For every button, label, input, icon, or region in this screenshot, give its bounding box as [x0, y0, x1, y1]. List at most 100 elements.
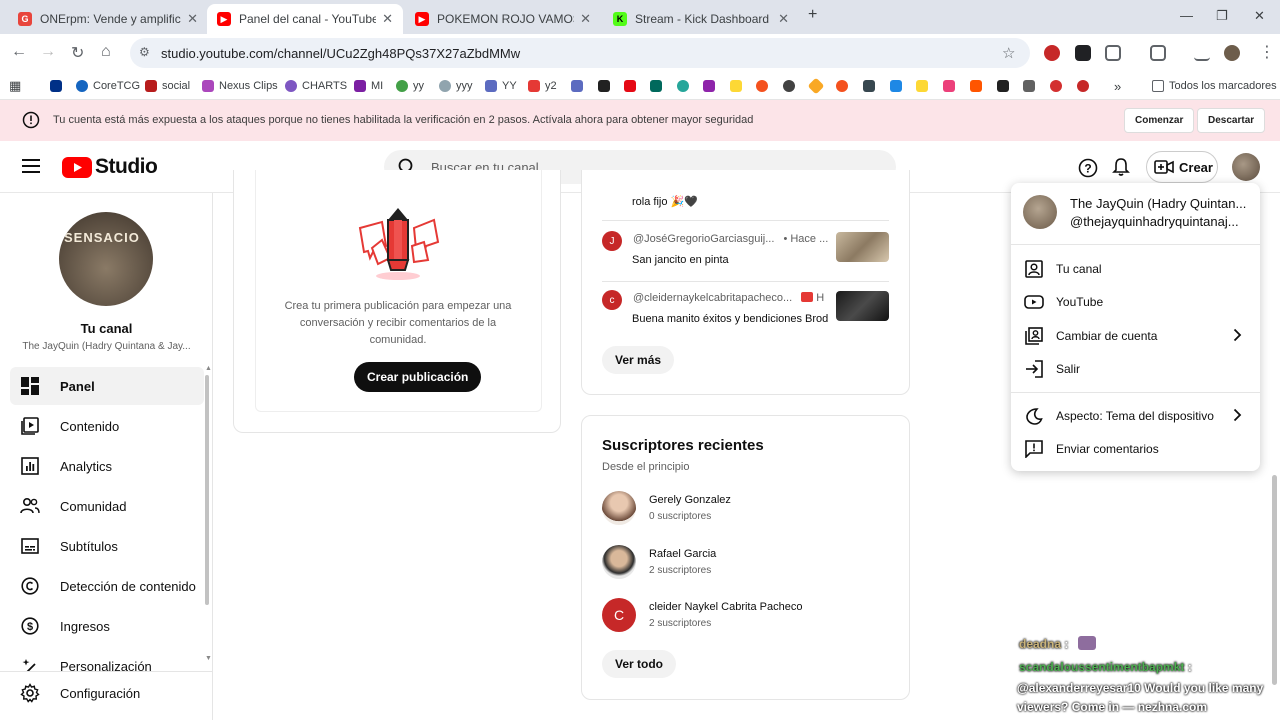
subscriber-item[interactable]: Gerely Gonzalez 0 suscriptores: [602, 491, 902, 527]
create-post-button[interactable]: Crear publicación: [354, 362, 482, 392]
video-thumbnail[interactable]: [836, 291, 889, 321]
bookmark-item[interactable]: yyy: [439, 78, 473, 94]
notifications-icon[interactable]: [1112, 157, 1130, 177]
menu-item-youtube[interactable]: YouTube: [1011, 285, 1260, 318]
close-icon[interactable]: ✕: [778, 11, 789, 27]
bookmark-star-icon[interactable]: ☆: [1002, 44, 1015, 62]
extension-icon[interactable]: [1044, 45, 1060, 61]
bookmark-icon[interactable]: [997, 78, 1014, 94]
sidebar-item-customization[interactable]: Personalización: [10, 647, 204, 671]
channel-avatar[interactable]: SENSACIO: [59, 212, 153, 306]
bookmark-item[interactable]: YY: [485, 78, 517, 94]
pokeball-icon[interactable]: [1077, 78, 1094, 94]
new-tab-button[interactable]: +: [808, 6, 817, 24]
menu-item-sign-out[interactable]: Salir: [1011, 352, 1260, 385]
back-icon[interactable]: ←: [11, 43, 27, 61]
see-more-button[interactable]: Ver más: [602, 346, 675, 374]
bookmark-icon[interactable]: [890, 78, 907, 94]
comment-author[interactable]: @cleidernaykelcabritapacheco...: [633, 292, 792, 304]
sidebar-item-settings[interactable]: Configuración: [10, 674, 204, 712]
chat-username: deadna: [1019, 637, 1062, 651]
dismiss-button[interactable]: Descartar: [1197, 108, 1266, 133]
bookmark-item[interactable]: MI: [354, 78, 383, 94]
bookmark-item[interactable]: social: [145, 78, 190, 94]
browser-tab-active[interactable]: ▶ Panel del canal - YouTube Studi ✕: [207, 4, 403, 34]
video-thumbnail[interactable]: [836, 232, 889, 262]
help-icon[interactable]: ?: [1078, 158, 1098, 178]
bookmark-item[interactable]: y2: [528, 78, 557, 94]
forward-icon[interactable]: →: [40, 43, 56, 61]
scrollbar-thumb[interactable]: [205, 375, 209, 605]
menu-item-send-feedback[interactable]: Enviar comentarios: [1011, 432, 1260, 465]
window-close-icon[interactable]: ✕: [1254, 8, 1265, 24]
close-icon[interactable]: ✕: [382, 11, 393, 27]
extension-icon[interactable]: [1075, 45, 1091, 61]
sidebar-scrollbar[interactable]: ▲ ▼: [204, 365, 212, 665]
bookmark-icon[interactable]: [650, 78, 667, 94]
bookmark-icon[interactable]: [571, 78, 588, 94]
menu-item-switch-account[interactable]: Cambiar de cuenta: [1011, 319, 1260, 352]
chat-emote-icon: [1077, 636, 1096, 650]
bookmark-icon[interactable]: [703, 78, 720, 94]
bookmark-item[interactable]: CoreTCG: [76, 78, 140, 94]
sidebar-item-analytics[interactable]: Analytics: [10, 447, 204, 485]
studio-logo[interactable]: Studio: [62, 155, 158, 179]
browser-tab[interactable]: G ONErpm: Vende y amplifica tu m ✕: [8, 4, 208, 34]
minimize-icon[interactable]: —: [1180, 8, 1193, 23]
bookmark-icon[interactable]: [677, 78, 694, 94]
soundcloud-icon[interactable]: [970, 78, 987, 94]
apps-icon[interactable]: ▦: [9, 78, 21, 94]
paypal-bookmark[interactable]: [50, 78, 67, 94]
soccer-icon[interactable]: [783, 78, 800, 94]
maximize-icon[interactable]: ❐: [1216, 8, 1228, 24]
more-bookmarks-icon[interactable]: »: [1114, 78, 1121, 94]
subscriber-item[interactable]: Rafael Garcia 2 suscriptores: [602, 545, 902, 581]
sidebar-item-earn[interactable]: $ Ingresos: [10, 607, 204, 645]
subscriber-item[interactable]: C cleider Naykel Cabrita Pacheco 2 suscr…: [602, 598, 902, 634]
bookmark-icon[interactable]: [1023, 78, 1040, 94]
sidebar-item-content[interactable]: Contenido: [10, 407, 204, 445]
profile-avatar[interactable]: [1224, 45, 1240, 61]
media-icon[interactable]: [1194, 45, 1210, 61]
menu-icon[interactable]: [22, 159, 40, 173]
create-button[interactable]: Crear: [1146, 151, 1218, 183]
sidebar-item-community[interactable]: Comunidad: [10, 487, 204, 525]
bookmark-item[interactable]: Nexus Clips: [202, 78, 278, 94]
bookmark-icon[interactable]: [916, 78, 933, 94]
close-icon[interactable]: ✕: [580, 11, 591, 27]
browser-menu-icon[interactable]: ⋮: [1259, 42, 1275, 62]
bookmark-icon[interactable]: [863, 78, 880, 94]
reload-icon[interactable]: ↻: [71, 43, 84, 63]
comment-author[interactable]: @JoséGregorioGarciasguij...: [633, 233, 774, 245]
bookmark-item[interactable]: yy: [396, 78, 424, 94]
see-all-button[interactable]: Ver todo: [602, 650, 677, 678]
start-button[interactable]: Comenzar: [1124, 108, 1195, 133]
bookmark-icon[interactable]: [943, 78, 960, 94]
bookmark-icon[interactable]: [756, 78, 773, 94]
bookmark-item[interactable]: CHARTS: [285, 78, 347, 94]
close-icon[interactable]: ✕: [187, 11, 198, 27]
address-bar[interactable]: ⚙ studio.youtube.com/channel/UCu2Zgh48PQ…: [130, 38, 1030, 68]
pokeball-icon[interactable]: [1050, 78, 1067, 94]
extensions-puzzle-icon[interactable]: [1105, 45, 1121, 61]
menu-item-your-channel[interactable]: Tu canal: [1011, 252, 1260, 285]
site-info-icon[interactable]: ⚙: [139, 45, 150, 59]
sidebar-item-copyright[interactable]: Detección de contenido: [10, 567, 204, 605]
netflix-icon[interactable]: [624, 78, 641, 94]
dashboard-icon: [20, 376, 40, 396]
bookmark-icon[interactable]: [836, 78, 853, 94]
bookmark-icon[interactable]: [730, 78, 747, 94]
all-bookmarks-folder[interactable]: Todos los marcadores: [1152, 78, 1277, 94]
menu-item-appearance[interactable]: Aspecto: Tema del dispositivo: [1011, 399, 1260, 432]
channel-name: The JayQuin (Hadry Quintana & Jay...: [22, 341, 191, 352]
browser-tab[interactable]: ▶ POKEMON ROJO VAMOS POR ✕: [405, 4, 601, 34]
home-icon[interactable]: ⌂: [101, 43, 111, 61]
bookmark-icon[interactable]: [807, 77, 827, 95]
browser-tab[interactable]: K Stream - Kick Dashboard ✕: [603, 4, 799, 34]
page-scrollbar-thumb[interactable]: [1272, 475, 1277, 685]
sidebar-item-subtitles[interactable]: Subtítulos: [10, 527, 204, 565]
sidebar-item-panel[interactable]: Panel: [10, 367, 204, 405]
bookmark-icon[interactable]: [598, 78, 615, 94]
account-avatar[interactable]: [1232, 153, 1260, 181]
cast-icon[interactable]: [1150, 45, 1166, 61]
